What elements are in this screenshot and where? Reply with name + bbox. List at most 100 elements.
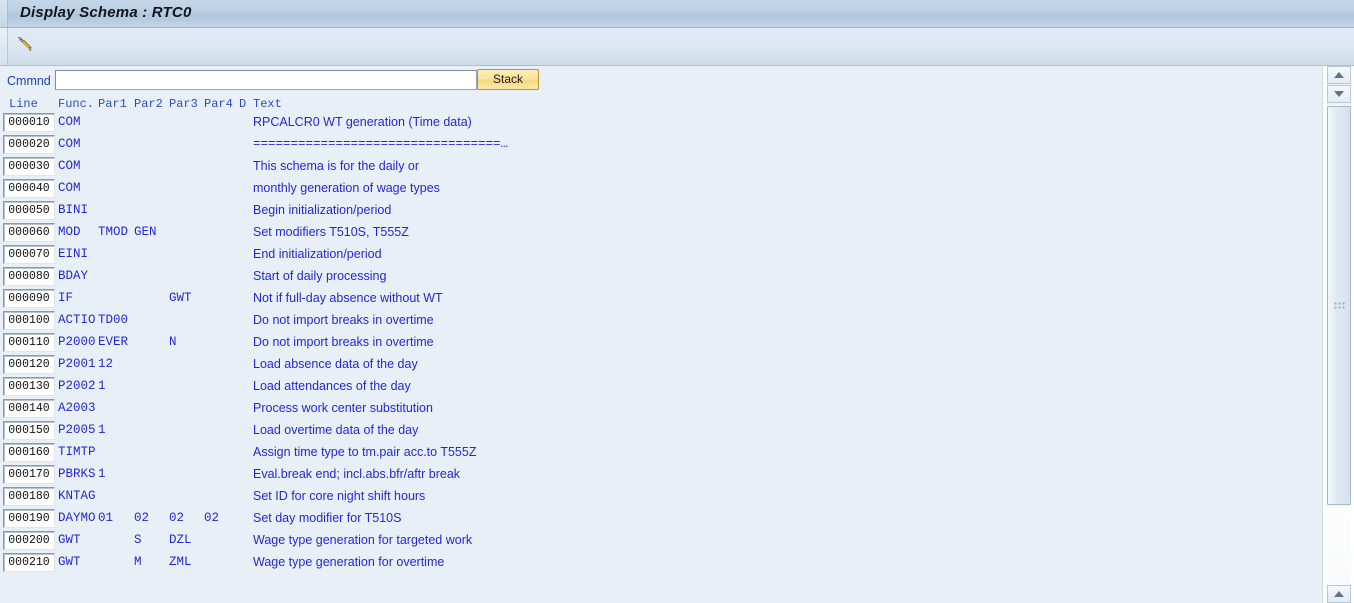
table-row[interactable]: P20051 Load overtime data of the day xyxy=(0,420,1322,442)
cell-par3: DZL xyxy=(169,533,192,547)
application-toolbar: © www.tutorialkart.com xyxy=(0,28,1354,91)
scrollbar-grip-icon xyxy=(1334,302,1345,309)
vertical-scrollbar[interactable] xyxy=(1322,66,1354,603)
scroll-bottom-down-icon[interactable] xyxy=(1327,585,1351,603)
table-row[interactable]: COM RPCALCR0 WT generation (Time data) xyxy=(0,112,1322,134)
command-input[interactable] xyxy=(55,70,477,90)
cell-func: P2002 xyxy=(58,379,96,393)
window-title-bar: Display Schema : RTC0 xyxy=(0,0,1354,28)
line-number-input[interactable] xyxy=(3,487,55,506)
cell-par1: EVER xyxy=(98,335,129,349)
cell-text: Set ID for core night shift hours xyxy=(253,489,426,503)
table-row[interactable]: KNTAG Set ID for core night shift hours xyxy=(0,486,1322,508)
cell-text: Begin initialization/period xyxy=(253,203,392,217)
cell-par1: 1 xyxy=(98,379,106,393)
table-row[interactable]: IF GWT Not if full-day absence without WT xyxy=(0,288,1322,310)
line-number-input[interactable] xyxy=(3,399,55,418)
cell-par3: ZML xyxy=(169,555,192,569)
cell-par1: 1 xyxy=(98,423,106,437)
cell-text: Eval.break end; incl.abs.bfr/aftr break xyxy=(253,467,461,481)
cell-func: KNTAG xyxy=(58,489,96,503)
table-row[interactable]: GWT M ZML Wage type generation for overtime xyxy=(0,552,1322,574)
line-number-input[interactable] xyxy=(3,135,55,154)
table-row[interactable]: COM This schema is for the daily or xyxy=(0,156,1322,178)
table-row[interactable]: P20021 Load attendances of the day xyxy=(0,376,1322,398)
table-row[interactable]: DAYMO01 02 02 02 Set day modifier for T510S xyxy=(0,508,1322,530)
line-number-input[interactable] xyxy=(3,267,55,286)
table-row[interactable]: BDAY Start of daily processing xyxy=(0,266,1322,288)
table-body: COMRPCALCR0 WT generation (Time data)COM… xyxy=(0,112,1322,574)
line-number-input[interactable] xyxy=(3,311,55,330)
table-row[interactable]: P2000EVER N Do not import breaks in overti… xyxy=(0,332,1322,354)
scroll-down-icon[interactable] xyxy=(1327,85,1351,103)
cell-func: P2005 xyxy=(58,423,96,437)
cell-func: DAYMO xyxy=(58,511,96,525)
cell-func: COM xyxy=(58,137,81,151)
cell-text: Set day modifier for T510S xyxy=(253,511,402,525)
line-number-input[interactable] xyxy=(3,355,55,374)
column-header-text: Text xyxy=(253,97,282,111)
cell-text: Load attendances of the day xyxy=(253,379,411,393)
line-number-input[interactable] xyxy=(3,245,55,264)
cell-text: =================================… xyxy=(253,137,509,151)
cell-text: End initialization/period xyxy=(253,247,382,261)
cell-text: Wage type generation for overtime xyxy=(253,555,445,569)
column-header-par1: Par1 xyxy=(98,97,127,111)
schema-table: Line Func. Par1 Par2 Par3 Par4 D Text CO… xyxy=(0,96,1322,603)
cell-par3: N xyxy=(169,335,177,349)
line-number-input[interactable] xyxy=(3,223,55,242)
page-title: Display Schema : RTC0 xyxy=(20,4,192,21)
table-row[interactable]: TIMTP Assign time type to tm.pair acc.to … xyxy=(0,442,1322,464)
table-row[interactable]: PBRKS1 Eval.break end; incl.abs.bfr/aftr … xyxy=(0,464,1322,486)
scroll-up-icon[interactable] xyxy=(1327,66,1351,84)
cell-func: IF xyxy=(58,291,74,305)
cell-text: Not if full-day absence without WT xyxy=(253,291,443,305)
line-number-input[interactable] xyxy=(3,553,55,572)
line-number-input[interactable] xyxy=(3,333,55,352)
line-number-input[interactable] xyxy=(3,509,55,528)
cell-text: Do not import breaks in overtime xyxy=(253,313,434,327)
pencil-edit-icon xyxy=(15,34,35,59)
cell-text: This schema is for the daily or xyxy=(253,159,420,173)
cell-text: RPCALCR0 WT generation (Time data) xyxy=(253,115,472,129)
column-header-par3: Par3 xyxy=(169,97,198,111)
cell-par1: 01 xyxy=(98,511,114,525)
cell-func: COM xyxy=(58,181,81,195)
line-number-input[interactable] xyxy=(3,157,55,176)
stack-button[interactable]: Stack xyxy=(477,69,539,90)
table-row[interactable]: ACTIOTD00 Do not import breaks in overtim… xyxy=(0,310,1322,332)
line-number-input[interactable] xyxy=(3,179,55,198)
line-number-input[interactable] xyxy=(3,289,55,308)
table-header-row: Line Func. Par1 Par2 Par3 Par4 D Text xyxy=(0,96,1322,112)
cell-par2: S xyxy=(134,533,142,547)
line-number-input[interactable] xyxy=(3,443,55,462)
cell-func: MOD xyxy=(58,225,81,239)
table-row[interactable]: A2003 Process work center substitution xyxy=(0,398,1322,420)
column-header-par2: Par2 xyxy=(134,97,163,111)
cell-func: BDAY xyxy=(58,269,89,283)
line-number-input[interactable] xyxy=(3,377,55,396)
line-number-input[interactable] xyxy=(3,465,55,484)
column-header-d: D xyxy=(239,97,247,111)
toolbar-left-edge xyxy=(0,28,8,65)
table-row[interactable]: EINI End initialization/period xyxy=(0,244,1322,266)
cell-text: Load overtime data of the day xyxy=(253,423,419,437)
cell-par1: TD00 xyxy=(98,313,129,327)
line-number-input[interactable] xyxy=(3,531,55,550)
sap-gui-window: Display Schema : RTC0 © www.tutorialkart… xyxy=(0,0,1354,603)
table-row[interactable]: COM monthly generation of wage types xyxy=(0,178,1322,200)
command-field-row: Cmmnd Stack xyxy=(0,66,1354,96)
table-row[interactable]: BINI Begin initialization/period xyxy=(0,200,1322,222)
scrollbar-thumb[interactable] xyxy=(1327,106,1351,505)
edit-schema-button[interactable] xyxy=(10,32,40,60)
table-row[interactable]: GWT S DZL Wage type generation for targeted… xyxy=(0,530,1322,552)
table-row[interactable]: COM =================================… xyxy=(0,134,1322,156)
table-row[interactable]: MOD TMOD GEN Set modifiers T510S, T555Z xyxy=(0,222,1322,244)
line-number-input[interactable] xyxy=(3,201,55,220)
cell-par3: GWT xyxy=(169,291,192,305)
table-row[interactable]: P200112 Load absence data of the day xyxy=(0,354,1322,376)
cell-func: GWT xyxy=(58,533,81,547)
cell-par2: GEN xyxy=(134,225,157,239)
line-number-input[interactable] xyxy=(3,421,55,440)
line-number-input[interactable] xyxy=(3,113,55,132)
